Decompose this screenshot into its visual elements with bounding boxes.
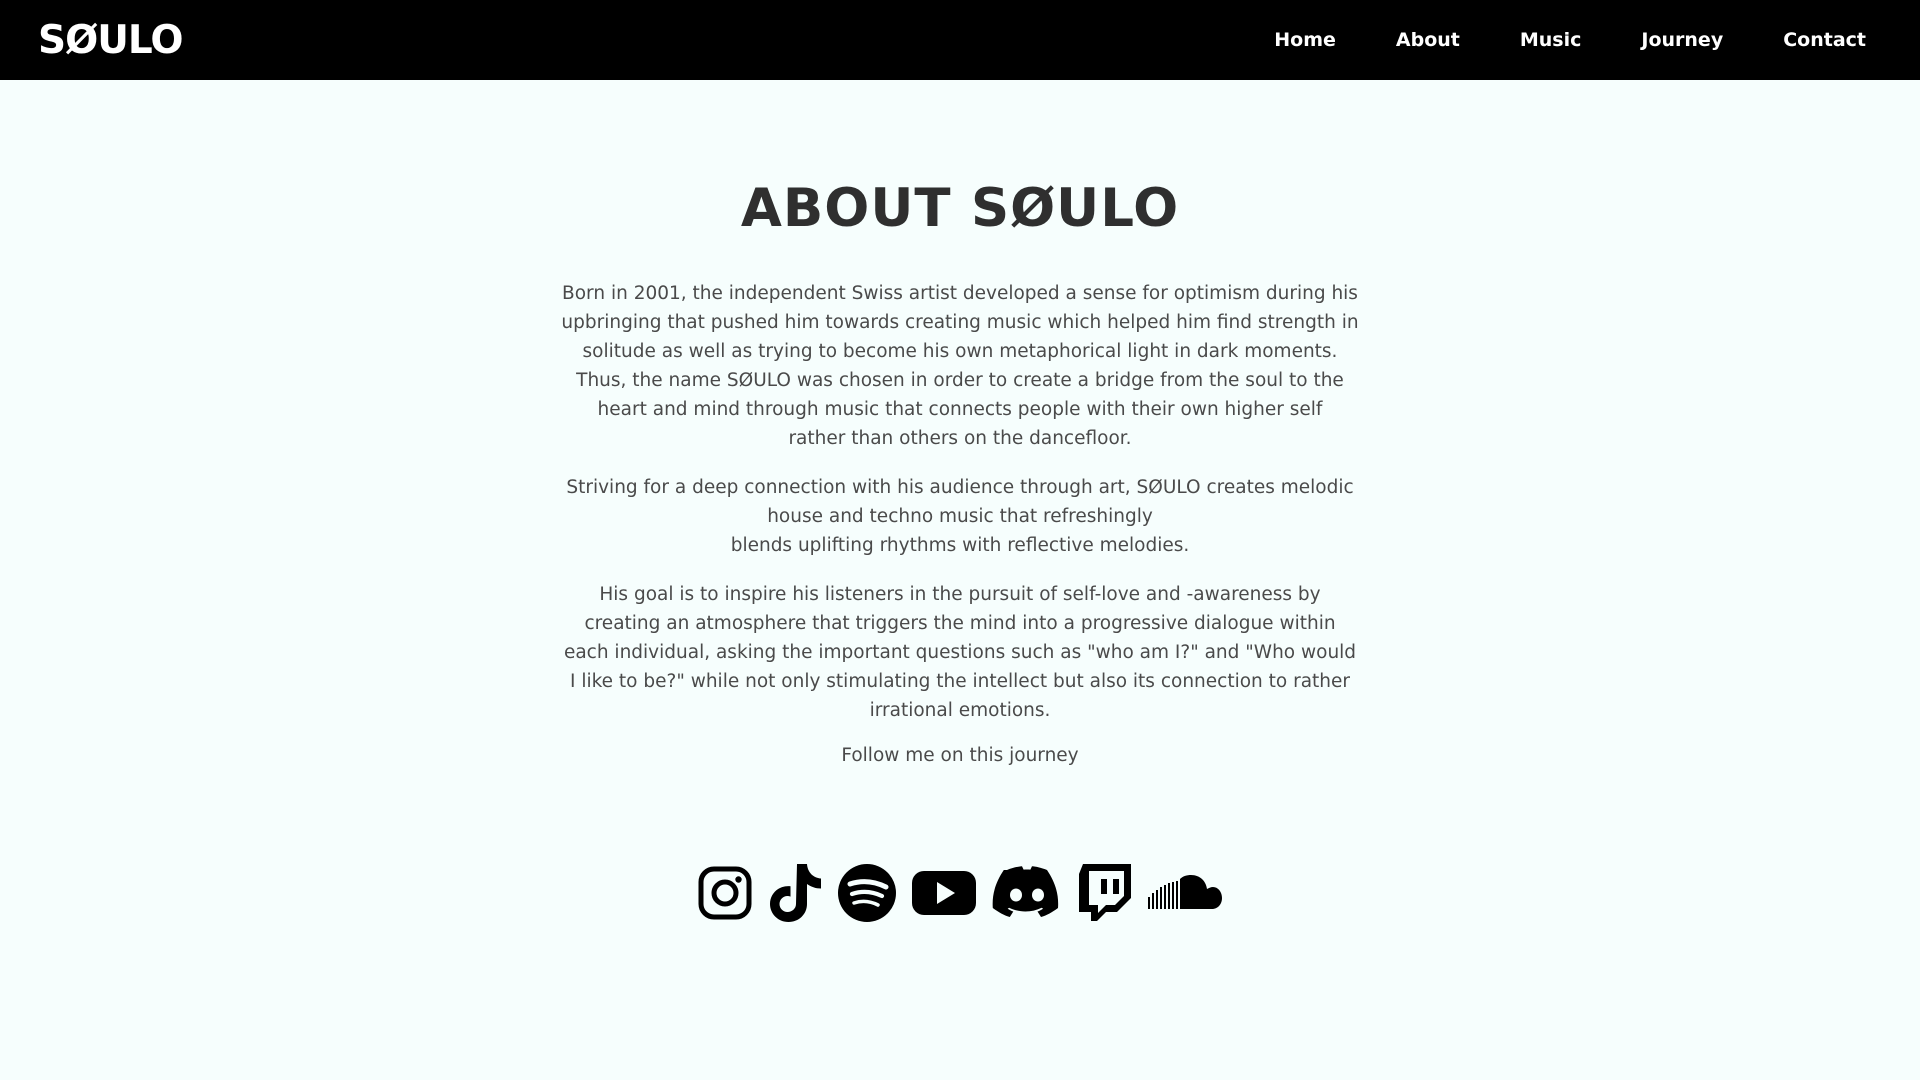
about-paragraph-1: Born in 2001, the independent Swiss arti… (560, 279, 1360, 453)
about-paragraph-2: Striving for a deep connection with his … (560, 473, 1360, 560)
about-paragraph-3: His goal is to inspire his listeners in … (563, 584, 1357, 721)
social-links (697, 862, 1223, 924)
nav-link-contact[interactable]: Contact (1783, 29, 1866, 51)
instagram-icon (698, 866, 752, 920)
soundcloud-icon (1148, 875, 1222, 909)
follow-text: Follow me on this journey (841, 745, 1079, 766)
youtube-link[interactable] (911, 869, 977, 917)
navbar: SØULO Home About Music Journey Contact (0, 0, 1920, 80)
nav-link-about[interactable]: About (1396, 29, 1460, 51)
tiktok-link[interactable] (767, 862, 823, 924)
twitch-link[interactable] (1077, 863, 1133, 923)
discord-icon (992, 866, 1059, 917)
discord-link[interactable] (991, 866, 1063, 920)
about-section: ABOUT SØULO Born in 2001, the independen… (0, 80, 1920, 924)
spotify-link[interactable] (837, 863, 897, 923)
about-paragraph-1-text: Born in 2001, the independent Swiss arti… (561, 283, 1359, 420)
logo[interactable]: SØULO (38, 18, 1274, 63)
soundcloud-link[interactable] (1147, 873, 1223, 913)
tiktok-icon (770, 864, 821, 922)
about-paragraph-2-end: blends uplifting rhythms with reflective… (730, 535, 1190, 556)
instagram-link[interactable] (697, 865, 753, 921)
about-text: Born in 2001, the independent Swiss arti… (560, 279, 1360, 745)
about-paragraph-2-text: Striving for a deep connection with his … (566, 477, 1354, 527)
nav-link-music[interactable]: Music (1520, 29, 1582, 51)
spotify-icon (838, 864, 896, 922)
youtube-icon (912, 871, 976, 915)
nav-link-home[interactable]: Home (1274, 29, 1336, 51)
nav-link-journey[interactable]: Journey (1641, 29, 1723, 51)
twitch-icon (1079, 864, 1131, 921)
about-paragraph-1-end: rather than others on the dancefloor. (788, 428, 1132, 449)
nav-links: Home About Music Journey Contact (1274, 29, 1866, 51)
page-title: ABOUT SØULO (740, 178, 1180, 239)
